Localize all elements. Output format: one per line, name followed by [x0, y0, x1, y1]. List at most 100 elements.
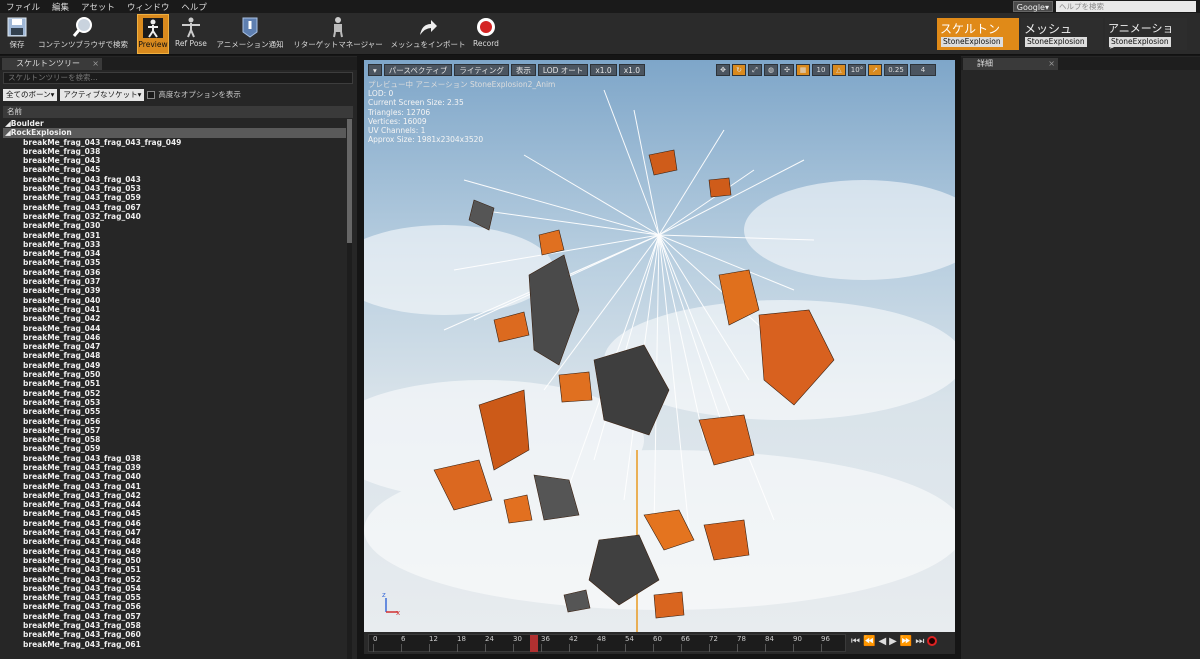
lighting-button[interactable]: ライティング [454, 64, 509, 76]
translate-icon[interactable]: ✥ [716, 64, 730, 76]
timeline-scrubber[interactable]: 0 6 12 18 24 30 36 42 48 54 60 66 72 78 84 90 96 [368, 634, 846, 652]
scale-snap-icon[interactable]: ↗ [868, 64, 882, 76]
tree-row[interactable]: breakMe_frag_043_frag_047 [3, 528, 346, 537]
tree-row[interactable]: breakMe_frag_043_frag_044 [3, 500, 346, 509]
skeleton-search-input[interactable]: スケルトンツリーを検索... [3, 72, 353, 84]
tree-row[interactable]: breakMe_frag_043_frag_039 [3, 463, 346, 472]
skip-end-icon[interactable]: ⏭ [915, 636, 924, 647]
tree-row[interactable]: breakMe_frag_043_frag_038 [3, 454, 346, 463]
tree-row[interactable]: breakMe_frag_043_frag_040 [3, 472, 346, 481]
tree-row[interactable]: breakMe_frag_033 [3, 240, 346, 249]
tree-row[interactable]: breakMe_frag_043_frag_043_frag_049 [3, 138, 346, 147]
tree-scrollbar[interactable] [347, 119, 352, 659]
tree-row[interactable]: breakMe_frag_044 [3, 324, 346, 333]
tree-row[interactable]: breakMe_frag_057 [3, 426, 346, 435]
tree-row[interactable]: breakMe_frag_043_frag_042 [3, 491, 346, 500]
tree-row[interactable]: breakMe_frag_043_frag_045 [3, 509, 346, 518]
save-button[interactable]: 保存 [2, 14, 32, 54]
tree-row[interactable]: breakMe_frag_047 [3, 342, 346, 351]
scale-size[interactable]: 0.25 [884, 64, 908, 76]
socket-filter-dropdown[interactable]: アクティブなソケット▾ [60, 88, 145, 101]
menu-edit[interactable]: 編集 [46, 1, 75, 13]
step-back-icon[interactable]: ⏪ [863, 636, 875, 647]
tree-row[interactable]: breakMe_frag_031 [3, 231, 346, 240]
tree-row[interactable]: ◢RockExplosion [3, 128, 346, 138]
mode-mesh-asset[interactable]: StoneExplosion [1025, 37, 1087, 47]
world-icon[interactable]: ◍ [764, 64, 778, 76]
menu-window[interactable]: ウィンドウ [121, 1, 176, 13]
find-in-content-browser-button[interactable]: コンテンツブラウザで検索 [34, 14, 132, 54]
turntable-speed-button[interactable]: x1.0 [618, 64, 646, 76]
preview-button[interactable]: Preview [137, 14, 169, 54]
tree-row[interactable]: breakMe_frag_042 [3, 314, 346, 323]
viewport[interactable]: xz [364, 60, 955, 632]
tree-row[interactable]: breakMe_frag_043_frag_067 [3, 203, 346, 212]
play-icon[interactable]: ▶ [889, 636, 897, 647]
tree-row[interactable]: breakMe_frag_043_frag_050 [3, 556, 346, 565]
mode-skeleton[interactable]: スケルトン StoneExplosion › [937, 18, 1027, 50]
tree-row[interactable]: breakMe_frag_037 [3, 277, 346, 286]
mode-skeleton-asset[interactable]: StoneExplosion [941, 37, 1003, 47]
tree-row[interactable]: breakMe_frag_046 [3, 333, 346, 342]
help-search-input[interactable]: ヘルプを検索 [1056, 1, 1196, 12]
record-loop-icon[interactable] [927, 636, 938, 646]
search-provider-dropdown[interactable]: Google▾ [1012, 1, 1053, 12]
mode-animation[interactable]: アニメーション StoneExplosion [1105, 18, 1187, 51]
record-button[interactable]: Record [470, 14, 502, 54]
tree-row[interactable]: breakMe_frag_050 [3, 370, 346, 379]
grid-snap-icon[interactable]: ▦ [796, 64, 810, 76]
surface-snap-icon[interactable]: ✣ [780, 64, 794, 76]
anim-notify-button[interactable]: アニメーション通知 [214, 14, 286, 54]
tree-row[interactable]: breakMe_frag_045 [3, 165, 346, 174]
tree-row[interactable]: breakMe_frag_051 [3, 379, 346, 388]
tree-row[interactable]: breakMe_frag_038 [3, 147, 346, 156]
tree-row[interactable]: breakMe_frag_059 [3, 444, 346, 453]
tree-row[interactable]: breakMe_frag_052 [3, 389, 346, 398]
show-button[interactable]: 表示 [510, 64, 536, 76]
tree-row[interactable]: breakMe_frag_053 [3, 398, 346, 407]
scrollbar-thumb[interactable] [347, 119, 352, 243]
rotate-icon[interactable]: ↻ [732, 64, 746, 76]
scale-icon[interactable]: ⤢ [748, 64, 762, 76]
perspective-button[interactable]: パースペクティブ [383, 64, 453, 76]
tree-row[interactable]: breakMe_frag_043_frag_053 [3, 184, 346, 193]
column-header-name[interactable]: 名前 [3, 106, 353, 118]
tree-row[interactable]: breakMe_frag_043_frag_059 [3, 193, 346, 202]
menu-asset[interactable]: アセット [75, 1, 121, 13]
tree-row[interactable]: breakMe_frag_032_frag_040 [3, 212, 346, 221]
tree-row[interactable]: breakMe_frag_040 [3, 296, 346, 305]
grid-size[interactable]: 10 [812, 64, 830, 76]
playhead[interactable] [530, 635, 538, 652]
tree-row[interactable]: breakMe_frag_043_frag_043 [3, 175, 346, 184]
tree-row[interactable]: breakMe_frag_043_frag_060 [3, 630, 346, 639]
skip-start-icon[interactable]: ⏮ [851, 636, 860, 647]
tree-row[interactable]: breakMe_frag_043_frag_051 [3, 565, 346, 574]
tree-row[interactable]: breakMe_frag_056 [3, 417, 346, 426]
tree-row[interactable]: breakMe_frag_036 [3, 268, 346, 277]
tree-row[interactable]: breakMe_frag_043_frag_058 [3, 621, 346, 630]
tree-row[interactable]: breakMe_frag_043_frag_041 [3, 482, 346, 491]
tree-row[interactable]: breakMe_frag_043_frag_056 [3, 602, 346, 611]
menu-file[interactable]: ファイル [0, 1, 46, 13]
close-icon[interactable]: × [1048, 58, 1055, 70]
tree-row[interactable]: breakMe_frag_043_frag_054 [3, 584, 346, 593]
tree-row[interactable]: breakMe_frag_039 [3, 286, 346, 295]
menu-help[interactable]: ヘルプ [175, 1, 213, 13]
tree-row[interactable]: breakMe_frag_043_frag_052 [3, 575, 346, 584]
tree-row[interactable]: breakMe_frag_043_frag_046 [3, 519, 346, 528]
bones-filter-dropdown[interactable]: 全てのボーン▾ [3, 88, 58, 101]
camera-speed[interactable]: 4 [910, 64, 936, 76]
tree-row[interactable]: breakMe_frag_035 [3, 258, 346, 267]
tree-row[interactable]: breakMe_frag_055 [3, 407, 346, 416]
tree-row[interactable]: breakMe_frag_043_frag_049 [3, 547, 346, 556]
play-reverse-icon[interactable]: ◀ [878, 636, 886, 647]
tree-row[interactable]: breakMe_frag_043_frag_055 [3, 593, 346, 602]
lod-button[interactable]: LOD オート [537, 64, 589, 76]
advanced-options-checkbox[interactable]: 高度なオプションを表示 [147, 89, 241, 100]
mode-animation-asset[interactable]: StoneExplosion [1109, 37, 1171, 47]
mode-mesh[interactable]: メッシュ StoneExplosion › [1021, 18, 1111, 50]
tree-row[interactable]: breakMe_frag_043_frag_048 [3, 537, 346, 546]
tree-row[interactable]: ◢Boulder [3, 119, 346, 128]
tree-row[interactable]: breakMe_frag_030 [3, 221, 346, 230]
tree-row[interactable]: breakMe_frag_043_frag_061 [3, 640, 346, 649]
